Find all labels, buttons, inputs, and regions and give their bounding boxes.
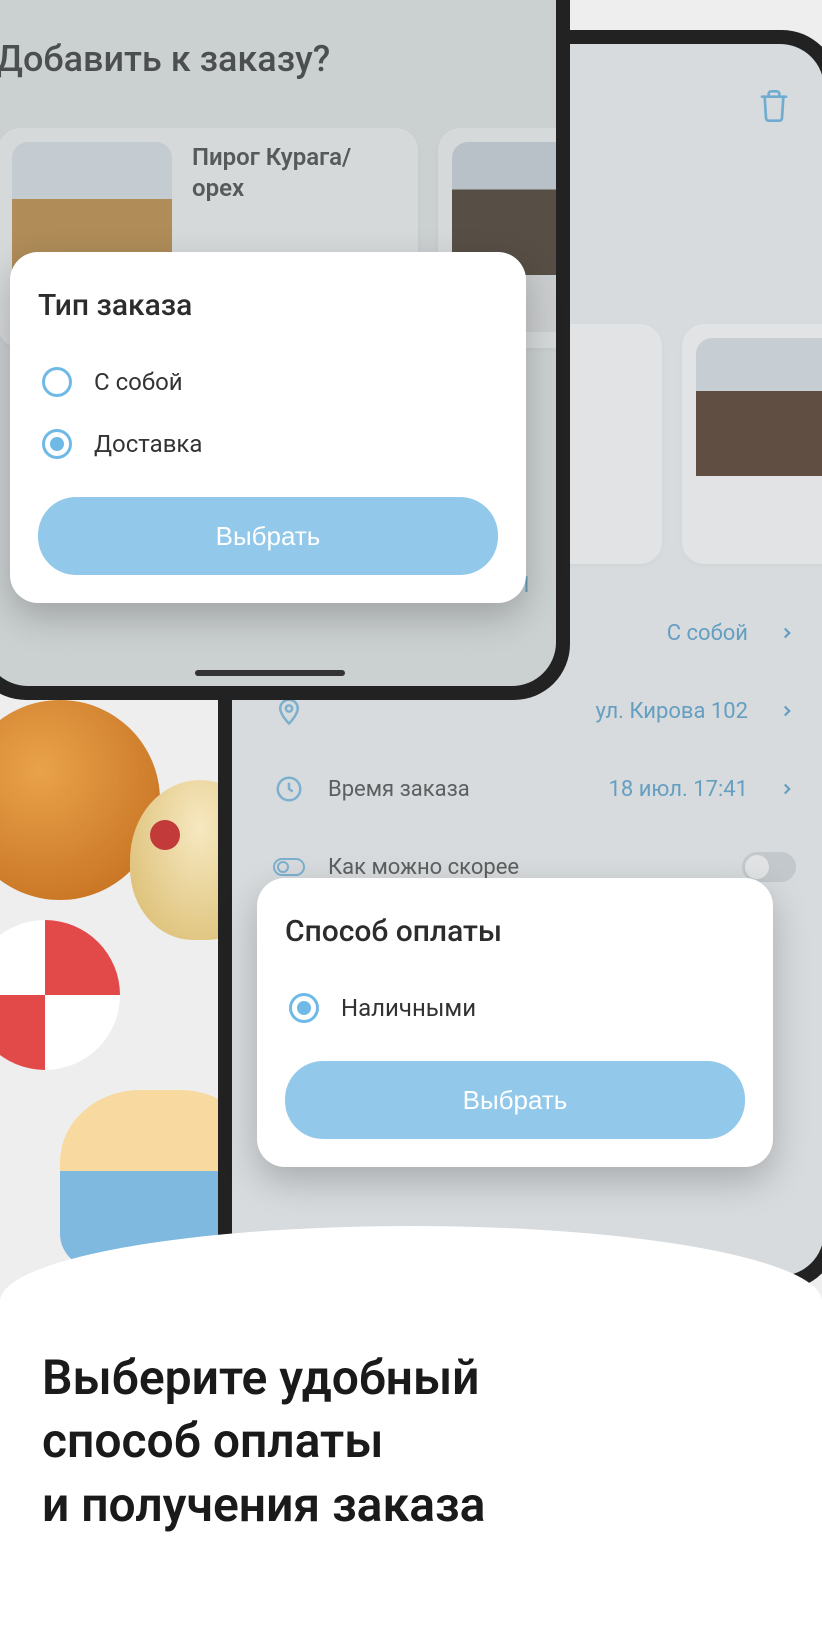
radio-option-cash[interactable]: Наличными [285, 977, 745, 1039]
promo-line: Выберите удобный [42, 1349, 479, 1406]
radio-icon [42, 429, 72, 459]
radio-icon [289, 993, 319, 1023]
radio-label: Доставка [94, 430, 202, 458]
pastry-illustration [0, 920, 120, 1070]
modal-title: Способ оплаты [285, 914, 745, 949]
radio-icon [42, 367, 72, 397]
home-indicator [195, 670, 345, 676]
radio-label: Наличными [341, 994, 476, 1022]
order-type-modal: Тип заказа С собой Доставка Выбрать [10, 252, 526, 603]
radio-option-pickup[interactable]: С собой [38, 351, 498, 413]
promo-line: способ оплаты [42, 1412, 383, 1469]
promo-headline: Выберите удобный способ оплаты и получен… [42, 1346, 485, 1536]
radio-label: С собой [94, 368, 183, 396]
radio-option-delivery[interactable]: Доставка [38, 413, 498, 475]
promo-line: и получения заказа [42, 1476, 485, 1533]
select-button[interactable]: Выбрать [38, 497, 498, 575]
modal-title: Тип заказа [38, 288, 498, 323]
payment-method-modal: Способ оплаты Наличными Выбрать [257, 878, 773, 1167]
select-button[interactable]: Выбрать [285, 1061, 745, 1139]
pastry-illustration [150, 820, 180, 850]
